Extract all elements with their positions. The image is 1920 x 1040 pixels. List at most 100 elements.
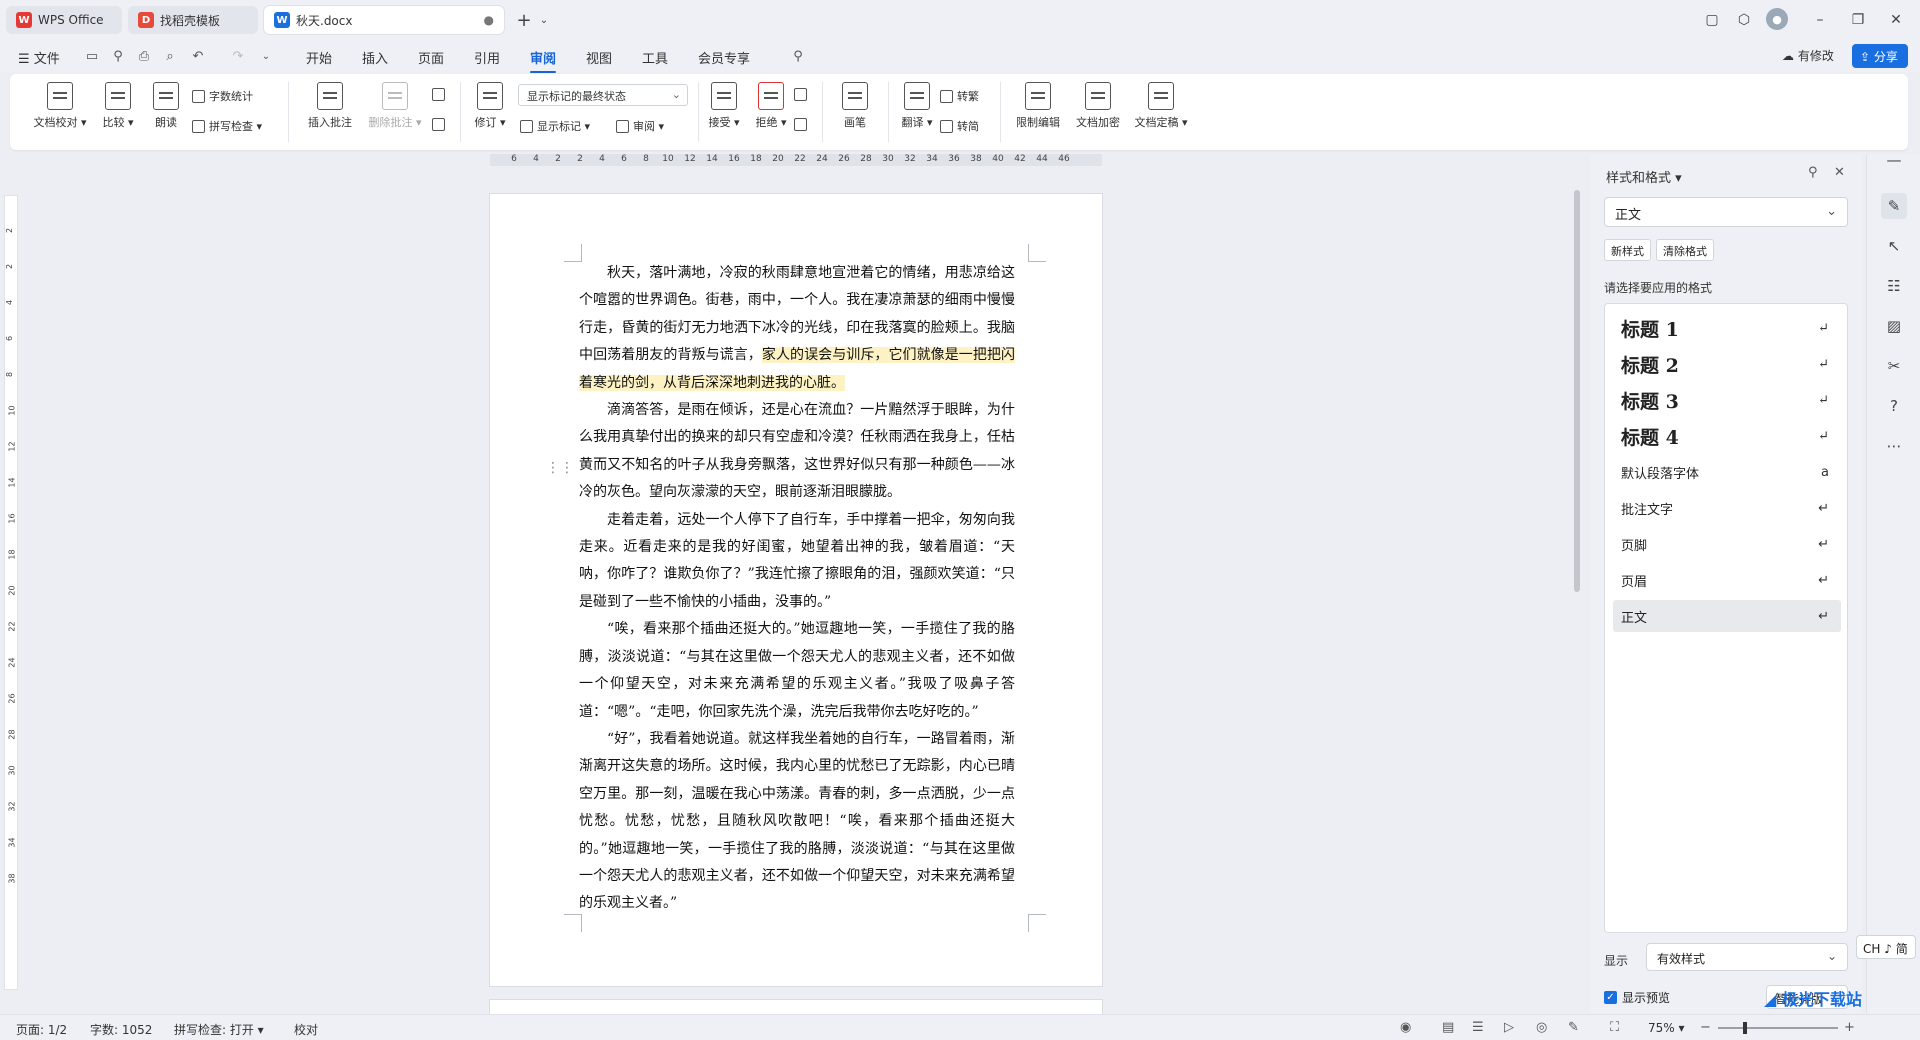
- doc-proof-button[interactable]: 文档校对 ▾: [28, 82, 92, 130]
- menu-insert[interactable]: 插入: [362, 48, 388, 67]
- current-style-select[interactable]: 正文 ⌄: [1604, 197, 1848, 227]
- redo-icon[interactable]: ↷: [230, 49, 246, 65]
- reject-button[interactable]: 拒绝 ▾: [748, 82, 794, 130]
- ime-indicator[interactable]: CH ♪ 简: [1856, 935, 1916, 959]
- vertical-scrollbar[interactable]: [1572, 155, 1582, 1025]
- accept-button[interactable]: 接受 ▾: [700, 82, 748, 130]
- page-view-icon[interactable]: ▤: [1442, 1020, 1454, 1035]
- show-markup-button[interactable]: 显示标记 ▾: [520, 118, 590, 134]
- style-item[interactable]: 页眉 ↵: [1613, 564, 1841, 596]
- menu-page[interactable]: 页面: [418, 48, 444, 67]
- pin-icon[interactable]: ⚲: [1808, 165, 1818, 180]
- word-count-button[interactable]: 字数统计: [192, 88, 253, 104]
- tab-list-chevron-icon[interactable]: ⌄: [532, 8, 556, 32]
- proofread-indicator[interactable]: 校对: [294, 1021, 318, 1038]
- new-style-button[interactable]: 新样式: [1604, 239, 1651, 261]
- find-icon[interactable]: ⚲: [110, 49, 126, 65]
- to-traditional-button[interactable]: 转繁: [940, 88, 979, 104]
- maximize-icon[interactable]: ❐: [1846, 8, 1870, 32]
- panel-close-icon[interactable]: ✕: [1834, 165, 1845, 180]
- prev-revision-button[interactable]: [794, 88, 811, 101]
- style-item[interactable]: 页脚 ↵: [1613, 528, 1841, 560]
- more-icon[interactable]: ⋯: [1881, 433, 1907, 459]
- quick-access-chevron-icon[interactable]: ⌄: [258, 49, 274, 65]
- zoom-slider[interactable]: [1718, 1022, 1838, 1034]
- tools-icon[interactable]: ✂: [1881, 353, 1907, 379]
- save-icon[interactable]: ▭: [84, 49, 100, 65]
- zoom-slider-knob[interactable]: [1743, 1022, 1747, 1034]
- collapse-icon[interactable]: —: [1881, 147, 1907, 173]
- image-edit-icon[interactable]: ▨: [1881, 313, 1907, 339]
- avatar[interactable]: ●: [1766, 8, 1788, 30]
- translate-button[interactable]: 翻译 ▾: [892, 82, 942, 130]
- help-icon[interactable]: ?: [1881, 393, 1907, 419]
- share-button[interactable]: ⇪ 分享: [1852, 44, 1908, 68]
- style-edit-icon[interactable]: ✎: [1881, 193, 1907, 219]
- search-icon[interactable]: ⚲: [790, 49, 806, 65]
- tab-document[interactable]: W 秋天.docx ●: [264, 6, 504, 34]
- pen-mode-icon[interactable]: ✎: [1568, 1020, 1579, 1035]
- scrollbar-thumb[interactable]: [1574, 190, 1580, 592]
- vertical-ruler[interactable]: 2 2 4 6 8 10 12 14 16 18 20 22 24 26 28 30 32 34 38: [4, 195, 18, 990]
- revise-button[interactable]: 修订 ▾: [468, 82, 512, 130]
- show-preview-checkbox[interactable]: ✓ 显示预览: [1604, 989, 1670, 1006]
- window-layout-icon[interactable]: ▢: [1700, 8, 1724, 32]
- restrict-edit-button[interactable]: 限制编辑: [1008, 82, 1068, 130]
- print-preview-icon[interactable]: ⌕: [162, 49, 178, 65]
- prev-comment-button[interactable]: [432, 88, 449, 101]
- page-indicator[interactable]: 页面: 1/2: [16, 1021, 67, 1038]
- select-cursor-icon[interactable]: ↖: [1881, 233, 1907, 259]
- next-comment-button[interactable]: [432, 118, 449, 131]
- menu-tools[interactable]: 工具: [642, 48, 668, 67]
- play-icon[interactable]: ▷: [1504, 1020, 1514, 1035]
- cube-icon[interactable]: ⬡: [1732, 8, 1756, 32]
- clear-format-button[interactable]: 清除格式: [1656, 239, 1714, 261]
- close-icon[interactable]: ✕: [1884, 8, 1908, 32]
- paragraph[interactable]: “唉，看来那个插曲还挺大的。”她逗趣地一笑，一手揽住了我的胳膊，淡淡说道：“与其…: [579, 616, 1015, 726]
- paragraph[interactable]: “好”，我看着她说道。就这样我坐着她的自行车，一路冒着雨，渐渐离开这失意的场所。…: [579, 726, 1015, 918]
- file-menu[interactable]: ☰ 文件: [18, 48, 60, 67]
- insert-comment-button[interactable]: 插入批注: [300, 82, 360, 130]
- zoom-in-icon[interactable]: +: [1844, 1020, 1855, 1035]
- document-page[interactable]: 秋天，落叶满地，冷寂的秋雨肆意地宣泄着它的情绪，用悲凉给这个喧嚣的世界调色。街巷…: [490, 194, 1102, 986]
- paragraph[interactable]: 走着走着，远处一个人停下了自行车，手中撑着一把伞，匆匆向我走来。近看走来的是我的…: [579, 507, 1015, 617]
- review-pane-button[interactable]: 审阅 ▾: [616, 118, 664, 134]
- zoom-level[interactable]: 75% ▾: [1648, 1021, 1685, 1035]
- tab-close-icon[interactable]: ●: [484, 13, 494, 27]
- menu-view[interactable]: 视图: [586, 48, 612, 67]
- paragraph[interactable]: 滴滴答答，是雨在倾诉，还是心在流血？一片黯然浮于眼眸，为什么我用真挚付出的换来的…: [579, 397, 1015, 507]
- to-simplified-button[interactable]: 转简: [940, 118, 979, 134]
- encrypt-button[interactable]: 文档加密: [1070, 82, 1126, 130]
- word-count-indicator[interactable]: 字数: 1052: [90, 1021, 152, 1038]
- outline-view-icon[interactable]: ☰: [1472, 1020, 1484, 1035]
- menu-references[interactable]: 引用: [474, 48, 500, 67]
- tab-docer[interactable]: D 找稻壳模板: [128, 6, 258, 34]
- spell-check-button[interactable]: 拼写检查 ▾: [192, 118, 262, 134]
- markup-mode-select[interactable]: 显示标记的最终状态 ⌄: [518, 84, 688, 106]
- undo-icon[interactable]: ↶: [190, 49, 206, 65]
- tab-wps-office[interactable]: W WPS Office: [6, 6, 122, 34]
- style-item[interactable]: 标题 3 ↵: [1613, 384, 1841, 416]
- modified-indicator[interactable]: ☁ 有修改: [1782, 47, 1834, 64]
- fit-page-icon[interactable]: ⛶: [1610, 1020, 1619, 1035]
- zoom-out-icon[interactable]: −: [1700, 1020, 1711, 1035]
- compare-button[interactable]: 比较 ▾: [96, 82, 140, 130]
- show-filter-select[interactable]: 有效样式 ⌄: [1646, 943, 1848, 971]
- style-item[interactable]: 默认段落字体 a: [1613, 456, 1841, 488]
- minimize-icon[interactable]: –: [1808, 8, 1832, 32]
- style-item[interactable]: 标题 1 ↵: [1613, 312, 1841, 344]
- web-view-icon[interactable]: ◎: [1536, 1020, 1547, 1035]
- panel-title[interactable]: 样式和格式 ▾: [1606, 167, 1682, 186]
- print-icon[interactable]: ⎙: [136, 49, 152, 65]
- style-item[interactable]: 正文 ↵: [1613, 600, 1841, 632]
- pen-button[interactable]: 画笔: [830, 82, 880, 130]
- style-item[interactable]: 批注文字 ↵: [1613, 492, 1841, 524]
- read-aloud-button[interactable]: 朗读: [144, 82, 188, 130]
- adjust-icon[interactable]: ☷: [1881, 273, 1907, 299]
- style-item[interactable]: 标题 4 ↵: [1613, 420, 1841, 452]
- delete-comment-button[interactable]: 删除批注 ▾: [360, 82, 430, 130]
- drag-handle-icon[interactable]: ⋮⋮: [546, 460, 574, 476]
- menu-home[interactable]: 开始: [306, 48, 332, 67]
- next-revision-button[interactable]: [794, 118, 811, 131]
- eye-icon[interactable]: ◉: [1400, 1020, 1411, 1035]
